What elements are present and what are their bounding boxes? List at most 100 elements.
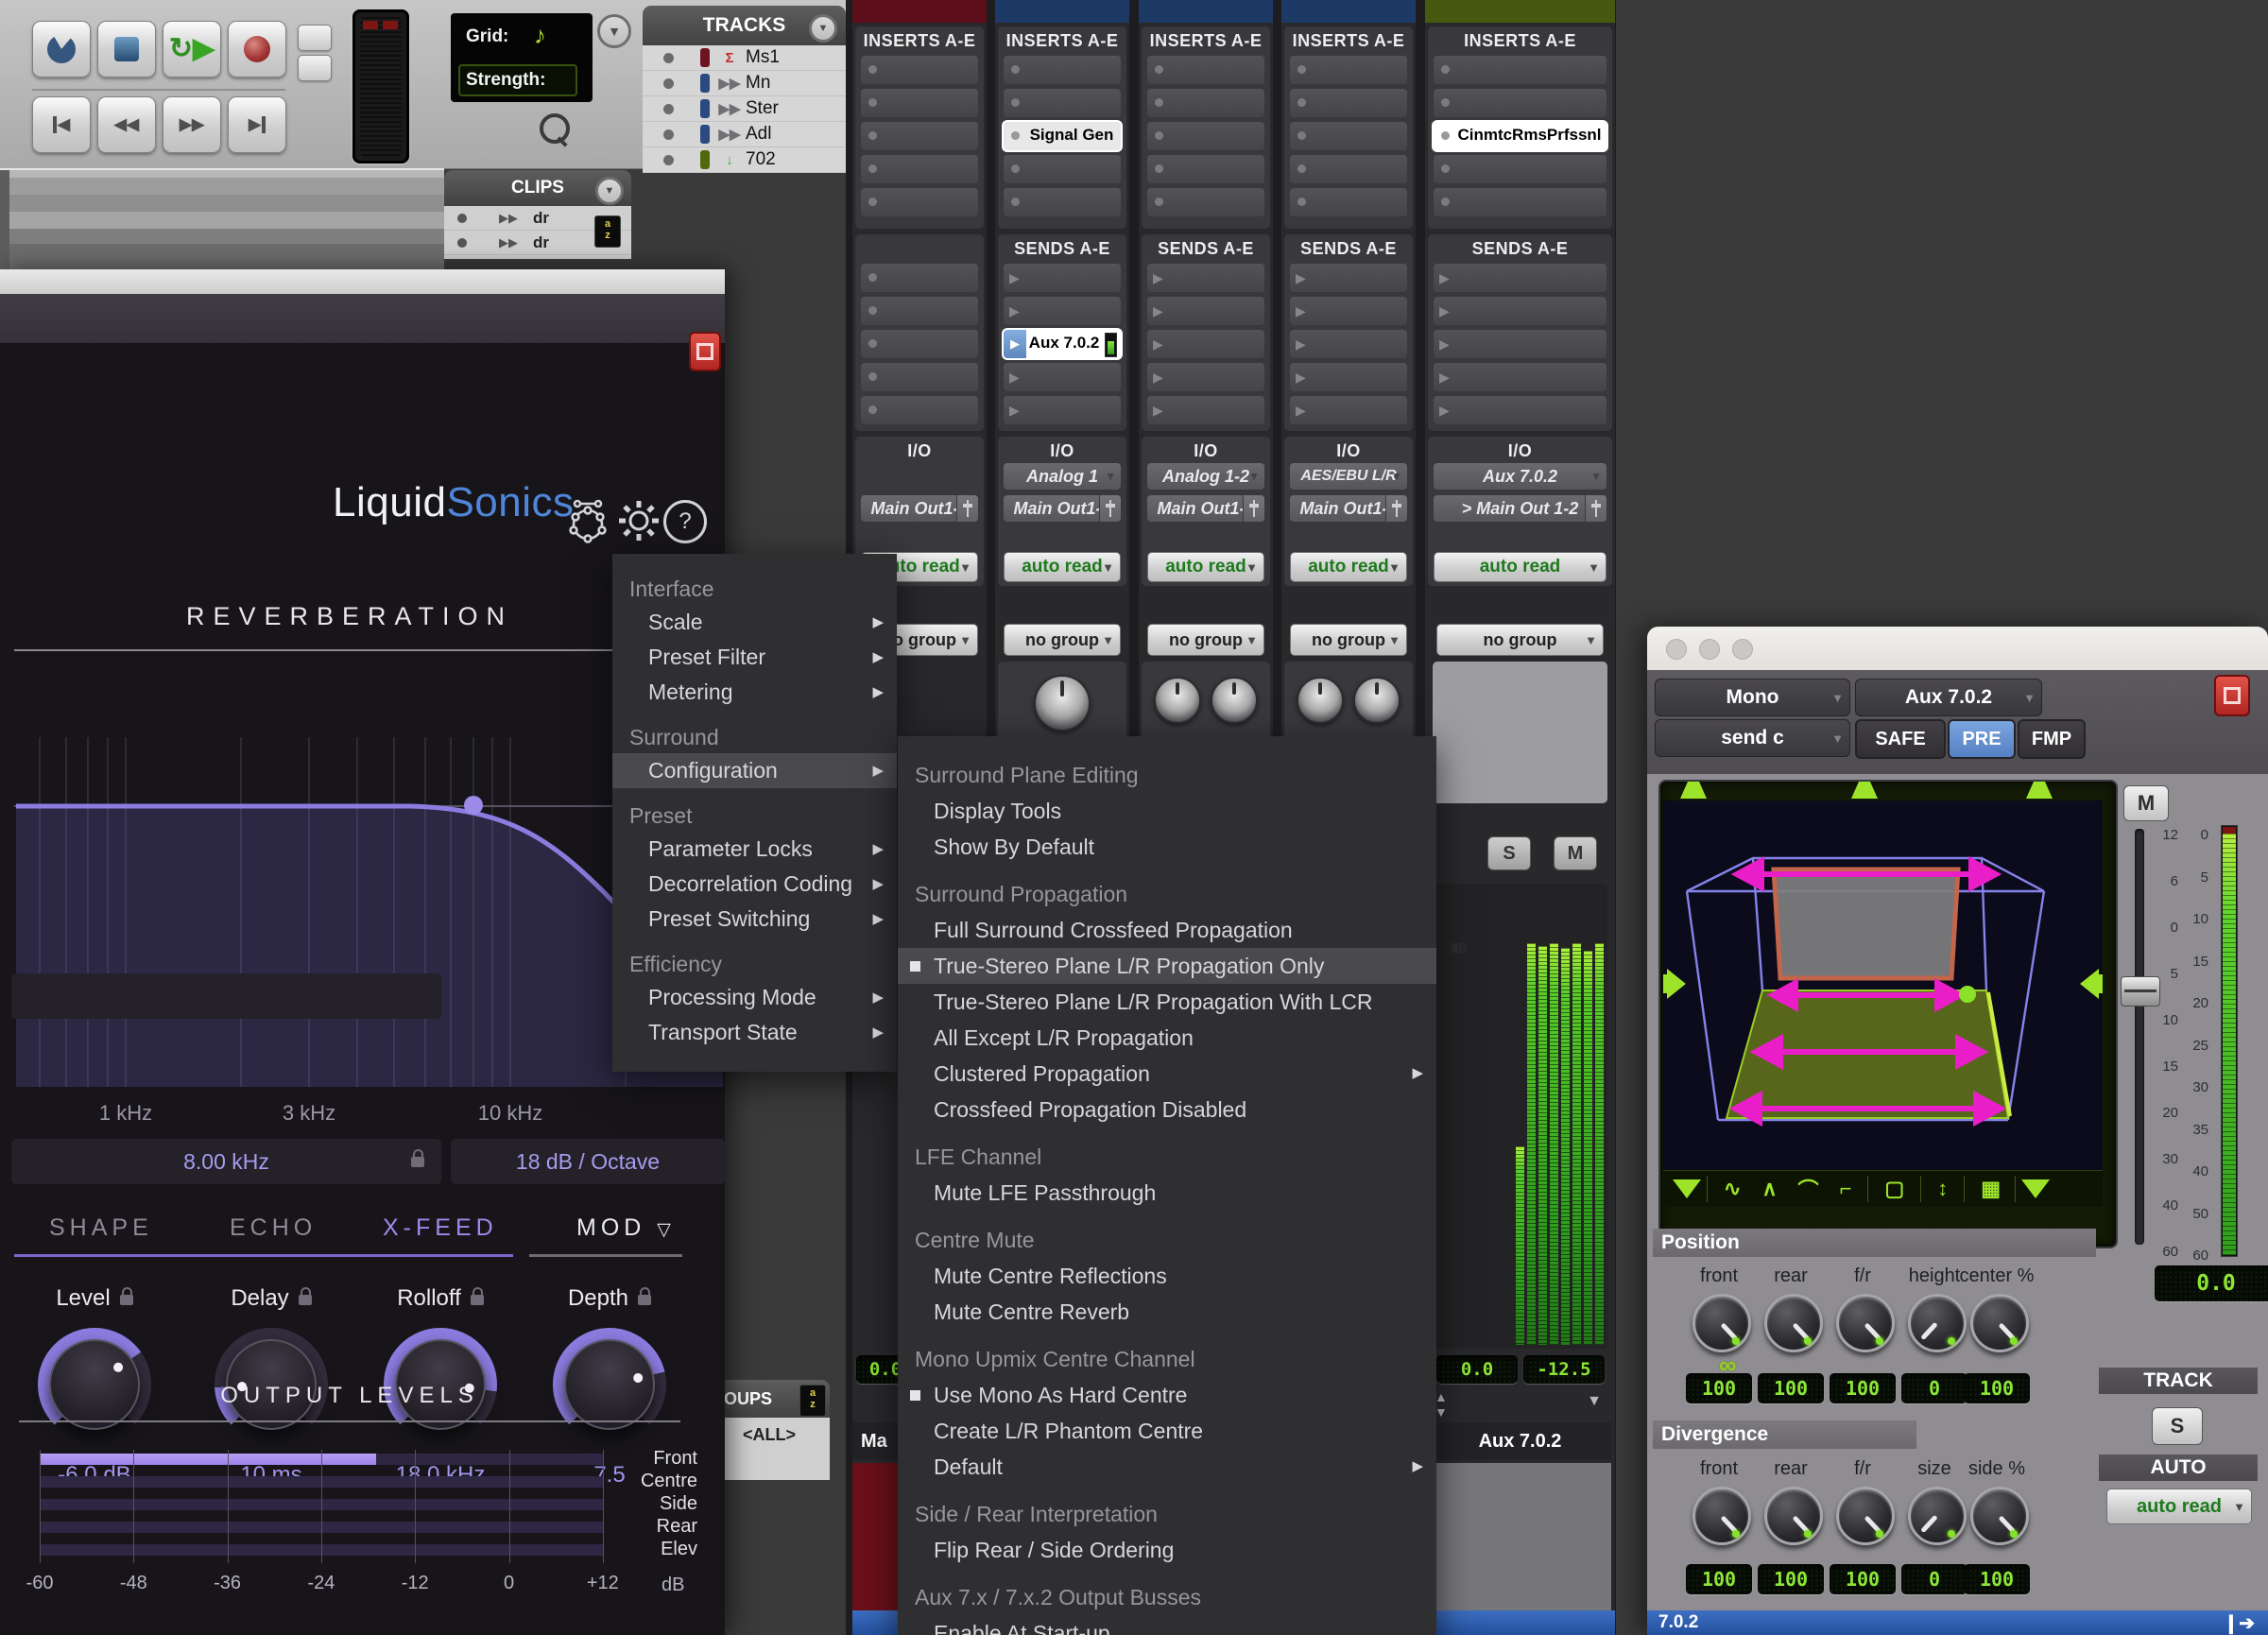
track-name[interactable]: Mn	[746, 73, 770, 94]
send-slot[interactable]: ▶	[1147, 264, 1264, 292]
go-to-start-button[interactable]: ◀	[32, 96, 91, 153]
configuration-submenu-item[interactable]: Full Surround Crossfeed Propagation	[898, 912, 1436, 948]
insert-slot[interactable]	[1434, 155, 1606, 183]
panner-automation-button[interactable]: auto read▼	[2106, 1489, 2252, 1524]
settings-menu-item[interactable]: Transport State ▶	[612, 1015, 897, 1050]
send-slot[interactable]: ▶	[1290, 396, 1407, 424]
track-nameplate[interactable]: Aux 7.0.2	[1429, 1422, 1611, 1460]
size-value-display[interactable]: 0	[1901, 1564, 1967, 1594]
tracks-chevron-icon[interactable]: ▼	[809, 14, 837, 43]
track-row[interactable]: ▶▶ Mn	[643, 71, 846, 96]
tab-echo[interactable]: ECHO	[230, 1214, 317, 1242]
configuration-submenu-item[interactable]: Mute LFE Passthrough	[898, 1175, 1436, 1211]
automation-mode-button[interactable]: auto read▼	[1290, 552, 1407, 582]
insert-slot-cinematic-rooms[interactable]: CinmtcRmsPrfssnl	[1434, 122, 1606, 150]
rear-knob[interactable]	[1764, 1487, 1823, 1545]
plugin-window-titlebar[interactable]	[0, 269, 725, 295]
settings-gear-icon[interactable]	[616, 498, 662, 543]
settings-menu-item[interactable]: Surround	[612, 721, 897, 753]
configuration-submenu-item[interactable]: Crossfeed Propagation Disabled	[898, 1092, 1436, 1127]
send-dropdown[interactable]: send c▼	[1655, 719, 1850, 757]
volume-display[interactable]: 0.0	[1436, 1355, 1518, 1384]
f/r-value-display[interactable]: 100	[1830, 1564, 1896, 1594]
send-slot[interactable]: ▶	[1434, 297, 1606, 325]
panner-mute-button[interactable]: M	[2123, 785, 2169, 821]
panner-volume-display[interactable]: 0.0	[2155, 1265, 2268, 1301]
send-slot[interactable]	[861, 396, 978, 424]
rear-value-display[interactable]: 100	[1758, 1373, 1824, 1403]
configuration-submenu-item[interactable]: Mute Centre Reverb	[898, 1294, 1436, 1330]
loop-play-button[interactable]: ↻▶	[163, 21, 221, 77]
insert-slot[interactable]	[861, 155, 978, 183]
insert-slot[interactable]	[861, 56, 978, 84]
configuration-submenu-item[interactable]: LFE Channel	[898, 1139, 1436, 1175]
output-path-button[interactable]: > Main Out 1-2	[1434, 495, 1606, 522]
height-value-display[interactable]: 0	[1901, 1373, 1967, 1403]
pan-display[interactable]: -12.5	[1523, 1355, 1605, 1384]
send-slot[interactable]: ▶	[1004, 297, 1121, 325]
fmp-button[interactable]: FMP	[2018, 719, 2086, 759]
side %-value-display[interactable]: 100	[1964, 1564, 2030, 1594]
clips-chevron-icon[interactable]: ▼	[595, 177, 624, 205]
settings-menu-item[interactable]: Decorrelation Coding ▶	[612, 867, 897, 902]
send-slot[interactable]: ▶	[1147, 396, 1264, 424]
stop-button[interactable]	[97, 21, 156, 77]
caret-tool-icon[interactable]: ∧	[1761, 1177, 1777, 1201]
pan-knob-right[interactable]	[1211, 677, 1258, 724]
height-tool-icon[interactable]: ↕	[1937, 1177, 1948, 1201]
side %-knob[interactable]	[1970, 1487, 2029, 1545]
group-assign-button[interactable]: no group▼	[1147, 624, 1264, 656]
output-window-titlebar[interactable]	[1647, 627, 2268, 671]
speaker-bottom-right-icon[interactable]	[2021, 1179, 2050, 1198]
configuration-submenu-item[interactable]: Centre Mute	[898, 1222, 1436, 1258]
lock-icon[interactable]	[411, 1157, 424, 1167]
automation-mode-button[interactable]: auto read▼	[1147, 552, 1264, 582]
send-slot[interactable]: ▶	[1290, 297, 1407, 325]
f/r-knob[interactable]	[1836, 1294, 1895, 1352]
send-slot[interactable]	[861, 330, 978, 358]
track-show-dot[interactable]	[663, 53, 674, 63]
configuration-submenu-item[interactable]: Enable At Start-up	[898, 1615, 1436, 1635]
toolbar-expand-chevron[interactable]: ▼	[597, 14, 631, 48]
configuration-submenu-item[interactable]: Default ▶	[898, 1449, 1436, 1485]
settings-menu-item[interactable]: Preset Filter ▶	[612, 640, 897, 675]
panner-volume-fader-track[interactable]	[2135, 829, 2144, 1245]
groups-az-badge[interactable]: az	[799, 1385, 826, 1417]
configuration-submenu-item[interactable]: Surround Plane Editing	[898, 757, 1436, 793]
send-slot[interactable]: ▶	[1290, 264, 1407, 292]
scroll-down-icon[interactable]: ▼	[1587, 1393, 1602, 1410]
settings-menu-item[interactable]: Preset	[612, 800, 897, 832]
grid-view-icon[interactable]: ▦	[1981, 1177, 1999, 1201]
settings-menu-item[interactable]: Metering ▶	[612, 675, 897, 710]
settings-menu-item[interactable]: Preset Switching ▶	[612, 902, 897, 937]
send-slot[interactable]	[861, 297, 978, 325]
configuration-submenu-item[interactable]: Side / Rear Interpretation	[898, 1496, 1436, 1532]
surround-cube-graphic[interactable]	[1663, 780, 2103, 1170]
automation-mode-button[interactable]: auto read▼	[1004, 552, 1121, 582]
format-dropdown[interactable]: Mono▼	[1655, 679, 1850, 716]
surround-config-icon[interactable]	[563, 496, 612, 545]
insert-slot[interactable]	[1290, 56, 1407, 84]
eq-cutoff-handle[interactable]	[464, 796, 483, 815]
grid-note-icon[interactable]: ♪	[534, 21, 546, 50]
rear-value-display[interactable]: 100	[1758, 1564, 1824, 1594]
send-slot[interactable]: ▶	[1434, 396, 1606, 424]
send-slot[interactable]: ▶	[1147, 297, 1264, 325]
zoom-tool-icon[interactable]	[540, 113, 570, 144]
zoom-icon[interactable]	[1732, 639, 1753, 660]
configuration-submenu-item[interactable]: Flip Rear / Side Ordering	[898, 1532, 1436, 1568]
track-show-dot[interactable]	[663, 78, 674, 89]
configuration-submenu-item[interactable]: All Except L/R Propagation	[898, 1020, 1436, 1056]
track-name[interactable]: Adl	[746, 124, 771, 145]
settings-menu-item[interactable]: Processing Mode ▶	[612, 980, 897, 1015]
safe-button[interactable]: SAFE	[1855, 719, 1946, 759]
track-show-dot[interactable]	[663, 155, 674, 165]
insert-slot[interactable]	[1434, 188, 1606, 216]
automation-mode-button[interactable]: auto read▼	[1434, 552, 1606, 582]
configuration-submenu-item[interactable]: True-Stereo Plane L/R Propagation Only	[898, 948, 1436, 984]
configuration-submenu-item[interactable]: Clustered Propagation ▶	[898, 1056, 1436, 1092]
tab-mod[interactable]: MOD ▽	[576, 1214, 676, 1242]
insert-slot[interactable]	[1147, 122, 1264, 150]
online-button[interactable]	[32, 21, 91, 77]
corner-tool-icon[interactable]: ⌐	[1840, 1177, 1852, 1201]
